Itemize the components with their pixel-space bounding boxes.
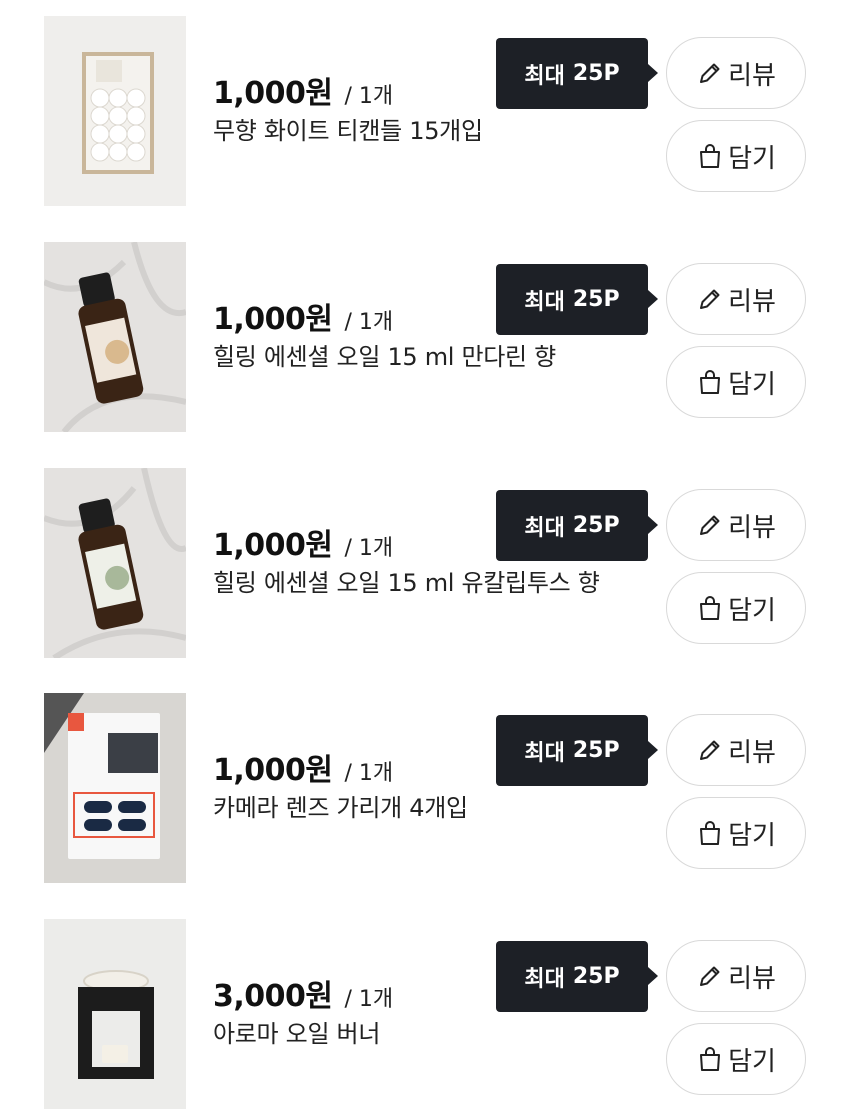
product-thumbnail[interactable] xyxy=(44,16,186,206)
shopping-bag-icon xyxy=(700,821,721,845)
review-button[interactable]: 리뷰 xyxy=(666,940,806,1012)
pencil-icon xyxy=(700,966,720,986)
product-row: 1,000원 / 1개 카메라 렌즈 가리개 4개입 최대 25P 리뷰 담기 xyxy=(0,693,850,885)
points-tooltip: 최대 25P xyxy=(496,715,658,786)
product-name[interactable]: 힐링 에센셜 오일 15 ml 유칼립투스 향 xyxy=(213,566,613,600)
oil-burner-icon xyxy=(44,919,186,1109)
product-quantity: / 1개 xyxy=(344,761,394,786)
review-button[interactable]: 리뷰 xyxy=(666,37,806,109)
tealight-candles-icon xyxy=(44,16,186,206)
shopping-bag-icon xyxy=(700,370,721,394)
review-button[interactable]: 리뷰 xyxy=(666,489,806,561)
essential-oil-bottle-icon xyxy=(44,242,186,432)
product-name[interactable]: 무향 화이트 티캔들 15개입 xyxy=(213,114,613,148)
product-price: 1,000원 xyxy=(213,76,333,111)
add-to-cart-button[interactable]: 담기 xyxy=(666,120,806,192)
points-tooltip: 최대 25P xyxy=(496,490,658,561)
product-row: 1,000원 / 1개 힐링 에센셜 오일 15 ml 유칼립투스 향 최대 25… xyxy=(0,468,850,660)
product-row: 1,000원 / 1개 힐링 에센셜 오일 15 ml 만다린 향 최대 25P … xyxy=(0,242,850,434)
product-quantity: / 1개 xyxy=(344,84,394,109)
product-list: 1,000원 / 1개 무향 화이트 티캔들 15개입 최대25P 리뷰 담기 xyxy=(0,0,850,1119)
pencil-icon xyxy=(700,63,720,83)
points-tooltip: 최대 25P xyxy=(496,38,658,109)
pencil-icon xyxy=(700,515,720,535)
product-name[interactable]: 카메라 렌즈 가리개 4개입 xyxy=(213,791,613,825)
points-tooltip: 최대 25P xyxy=(496,264,658,335)
product-row: 3,000원 / 1개 아로마 오일 버너 최대 25P 리뷰 담기 xyxy=(0,919,850,1111)
add-to-cart-button[interactable]: 담기 xyxy=(666,572,806,644)
shopping-bag-icon xyxy=(700,144,721,168)
product-quantity: / 1개 xyxy=(344,987,394,1012)
shopping-bag-icon xyxy=(700,1047,721,1071)
product-thumbnail[interactable] xyxy=(44,242,186,432)
camera-lens-cover-icon xyxy=(44,693,186,883)
product-quantity: / 1개 xyxy=(344,310,394,335)
product-name[interactable]: 힐링 에센셜 오일 15 ml 만다린 향 xyxy=(213,340,613,374)
add-to-cart-button[interactable]: 담기 xyxy=(666,1023,806,1095)
product-thumbnail[interactable] xyxy=(44,693,186,883)
product-name[interactable]: 아로마 오일 버너 xyxy=(213,1017,613,1051)
essential-oil-bottle-icon xyxy=(44,468,186,658)
product-thumbnail[interactable] xyxy=(44,919,186,1109)
review-button[interactable]: 리뷰 xyxy=(666,714,806,786)
shopping-bag-icon xyxy=(700,596,721,620)
review-button[interactable]: 리뷰 xyxy=(666,263,806,335)
product-quantity: / 1개 xyxy=(344,536,394,561)
product-price: 3,000원 xyxy=(213,979,333,1014)
add-to-cart-button[interactable]: 담기 xyxy=(666,797,806,869)
product-thumbnail[interactable] xyxy=(44,468,186,658)
product-price: 1,000원 xyxy=(213,753,333,788)
product-row: 1,000원 / 1개 무향 화이트 티캔들 15개입 최대 25P 리뷰 담기 xyxy=(0,16,850,208)
product-price: 1,000원 xyxy=(213,302,333,337)
pencil-icon xyxy=(700,740,720,760)
add-to-cart-button[interactable]: 담기 xyxy=(666,346,806,418)
points-tooltip: 최대 25P xyxy=(496,941,658,1012)
pencil-icon xyxy=(700,289,720,309)
product-price: 1,000원 xyxy=(213,528,333,563)
